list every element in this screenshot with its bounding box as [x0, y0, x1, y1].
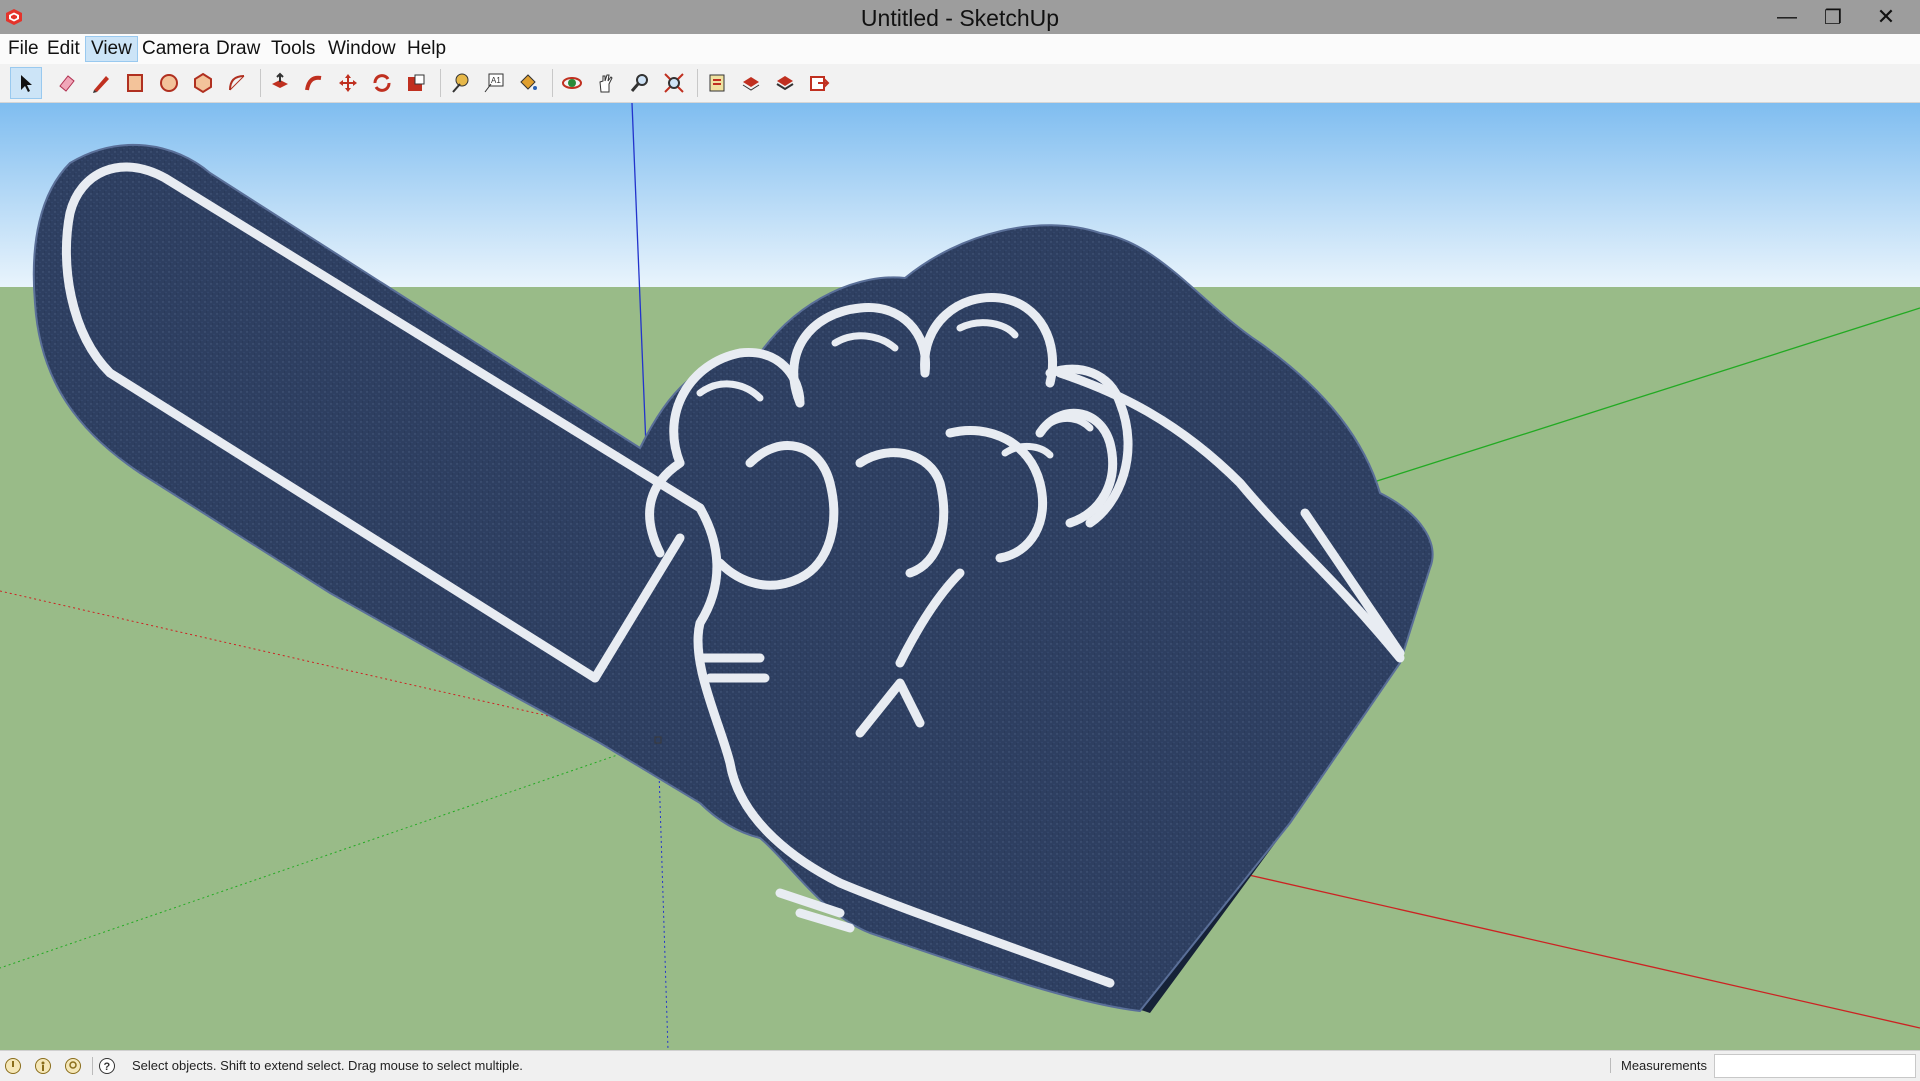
scene-canvas[interactable]	[0, 103, 1920, 1050]
menu-edit[interactable]: Edit	[42, 37, 85, 61]
move-icon	[339, 74, 357, 92]
send-to-layout-button[interactable]	[803, 67, 835, 99]
scale-tool-button[interactable]	[400, 67, 432, 99]
geo-location-icon[interactable]	[4, 1057, 22, 1075]
extension-warehouse-button[interactable]	[735, 67, 767, 99]
menu-tools[interactable]: Tools	[266, 37, 320, 61]
push-pull-icon	[272, 72, 288, 88]
menu-bar: File Edit View Camera Draw Tools Window …	[0, 34, 1920, 64]
send-to-layout-icon	[810, 76, 830, 91]
title-bar: Untitled - SketchUp — ❐ ✕	[0, 0, 1920, 34]
tape-measure-tool-button[interactable]	[444, 67, 476, 99]
orbit-tool-button[interactable]	[556, 67, 588, 99]
menu-file[interactable]: File	[3, 37, 44, 61]
restore-icon: ❐	[1824, 6, 1842, 29]
paint-bucket-icon	[520, 74, 537, 90]
close-icon: ✕	[1876, 4, 1896, 29]
menu-window[interactable]: Window	[323, 37, 401, 61]
user-icon[interactable]	[64, 1057, 82, 1075]
main-toolbar: A1	[0, 64, 1920, 103]
select-icon	[21, 75, 32, 92]
zoom-tool-button[interactable]	[624, 67, 656, 99]
layout-icon	[776, 76, 794, 91]
tape-measure-icon	[452, 73, 469, 93]
eraser-tool-button[interactable]	[51, 67, 83, 99]
toolbar-separator	[697, 69, 698, 97]
rotate-tool-button[interactable]	[366, 67, 398, 99]
drawing-viewport[interactable]	[0, 103, 1920, 1050]
toolbar-separator	[552, 69, 553, 97]
window-title: Untitled - SketchUp	[860, 5, 1060, 31]
close-button[interactable]: ✕	[1858, 0, 1914, 34]
toolbar-separator	[260, 69, 261, 97]
restore-button[interactable]: ❐	[1810, 0, 1856, 34]
rotate-icon	[373, 74, 391, 92]
measurements-input[interactable]	[1714, 1054, 1916, 1078]
minimize-icon: —	[1777, 5, 1797, 28]
help-icon[interactable]: ?	[98, 1057, 116, 1075]
pan-tool-button[interactable]	[590, 67, 622, 99]
orbit-icon	[562, 77, 582, 89]
eraser-icon	[59, 75, 75, 92]
paint-bucket-tool-button[interactable]	[512, 67, 544, 99]
zoom-extents-tool-button[interactable]	[658, 67, 690, 99]
rectangle-tool-button[interactable]	[119, 67, 151, 99]
arc-icon	[229, 75, 245, 91]
svg-text:?: ?	[104, 1061, 111, 1073]
zoom-extents-icon	[664, 73, 684, 93]
circle-tool-button[interactable]	[153, 67, 185, 99]
scale-icon	[408, 74, 425, 91]
minimize-button[interactable]: —	[1764, 0, 1810, 34]
menu-view[interactable]: View	[85, 36, 138, 62]
extension-warehouse-icon	[742, 77, 760, 91]
measurements-label: Measurements	[1610, 1058, 1707, 1073]
menu-draw[interactable]: Draw	[211, 37, 265, 61]
follow-me-icon	[305, 75, 322, 91]
3d-warehouse-button[interactable]	[701, 67, 733, 99]
pan-icon	[599, 74, 613, 93]
pencil-icon	[93, 76, 109, 93]
status-bar: ? Select objects. Shift to extend select…	[0, 1050, 1920, 1081]
select-tool-button[interactable]	[10, 67, 42, 99]
3d-warehouse-icon	[709, 74, 725, 92]
svg-text:A1: A1	[491, 76, 501, 85]
layout-button[interactable]	[769, 67, 801, 99]
toolbar-separator	[440, 69, 441, 97]
follow-me-tool-button[interactable]	[298, 67, 330, 99]
zoom-icon	[630, 74, 648, 92]
menu-camera[interactable]: Camera	[137, 37, 215, 61]
polygon-tool-button[interactable]	[187, 67, 219, 99]
status-message: Select objects. Shift to extend select. …	[132, 1058, 523, 1073]
rectangle-icon	[127, 74, 143, 92]
menu-help[interactable]: Help	[402, 37, 451, 61]
text-tool-button[interactable]: A1	[478, 67, 510, 99]
arc-tool-button[interactable]	[221, 67, 253, 99]
status-separator	[92, 1057, 93, 1075]
polygon-icon	[194, 72, 212, 94]
circle-icon	[160, 74, 178, 92]
credits-icon[interactable]	[34, 1057, 52, 1075]
pencil-tool-button[interactable]	[85, 67, 117, 99]
text-icon: A1	[484, 73, 504, 93]
push-pull-tool-button[interactable]	[264, 67, 296, 99]
move-tool-button[interactable]	[332, 67, 364, 99]
